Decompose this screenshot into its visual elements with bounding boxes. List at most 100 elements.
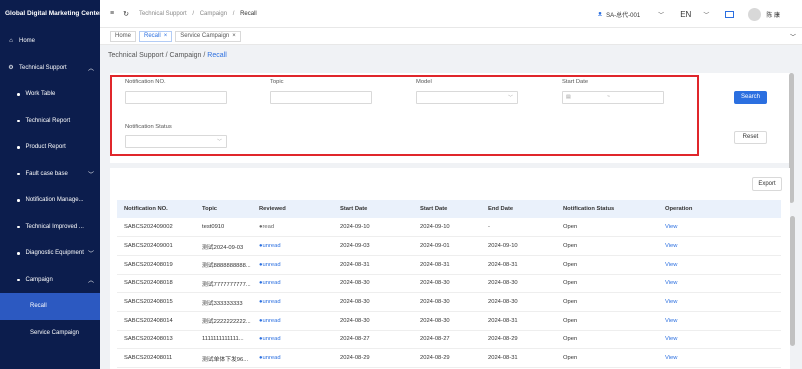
reviewed-cell: ●unread (252, 236, 333, 256)
chevron-down-icon: ﹀ (87, 172, 94, 179)
table-row[interactable]: SABCS202408011 测试单体下发96... ●unread 2024-08-… (117, 348, 781, 368)
sidebar-item-recall[interactable]: Recall (0, 293, 100, 320)
chevron-down-icon[interactable]: ﹀ (790, 32, 796, 41)
reviewed-cell: ●unread (252, 292, 333, 312)
username[interactable]: 陈 康 (766, 10, 780, 19)
gear-icon: ⚙ (8, 65, 14, 72)
sidebar-item-label: Notification Manage... (25, 197, 84, 204)
view-link[interactable]: View (658, 311, 781, 331)
sidebar-item-service-campaign[interactable]: Service Campaign (0, 320, 100, 347)
start-date-cell: 2024-09-03 (333, 236, 413, 256)
start-date-range-picker[interactable]: ▤ ~ (562, 91, 664, 104)
tab-home[interactable]: Home (110, 30, 137, 42)
sidebar-item-work-table[interactable]: Work Table (0, 81, 100, 108)
tab-label: Home (115, 32, 132, 39)
page-breadcrumb-separator: / (203, 52, 206, 59)
sidebar-item-notification-manage[interactable]: Notification Manage... (0, 187, 100, 214)
notification-status-label: Notification Status (125, 124, 172, 130)
page-breadcrumb-item[interactable]: Campaign (170, 52, 202, 59)
chevron-down-icon[interactable]: ﹀ (658, 10, 664, 19)
view-link[interactable]: View (658, 255, 781, 275)
start-date-cell: 2024-08-31 (333, 255, 413, 275)
table-row[interactable]: SABCS202408015 测试333333333 ●unread 2024-08-… (117, 292, 781, 312)
table-row[interactable]: SABCS202409001 测试2024-09-03 ●unread 2024-09… (117, 236, 781, 256)
table-row[interactable]: SABCS202408013 1111111111111... ●unread 202… (117, 330, 781, 350)
status-cell: Open (556, 348, 658, 368)
topic-input[interactable] (270, 91, 372, 104)
table-row[interactable]: SABCS202408019 测试8888888888... ●unread 2024… (117, 255, 781, 275)
topic-cell: 测试333333333 (195, 292, 252, 312)
view-link[interactable]: View (658, 330, 781, 350)
view-link[interactable]: View (658, 348, 781, 368)
chevron-down-icon: ﹀ (507, 95, 513, 101)
breadcrumb-separator: / (192, 10, 195, 17)
tab-service-campaign[interactable]: Service Campaign × (175, 30, 241, 42)
topbar-right: ᴥ SA-总代-001 ﹀ EN ﹀ 陈 康 (598, 0, 780, 28)
model-select[interactable]: ﹀ (416, 91, 518, 104)
sidebar-item-label: Service Campaign (30, 329, 80, 336)
page-breadcrumb-item[interactable]: Technical Support (108, 52, 164, 59)
reviewed-cell: ●unread (252, 311, 333, 331)
close-icon[interactable]: × (232, 33, 236, 39)
home-icon: ⌂ (9, 38, 13, 45)
notification-status-select[interactable]: ﹀ (125, 135, 227, 148)
status-cell: Open (556, 255, 658, 275)
mail-icon[interactable] (725, 10, 735, 18)
start-date-cell: 2024-08-27 (333, 330, 413, 350)
avatar[interactable] (748, 7, 762, 21)
status-cell: Open (556, 330, 658, 350)
start-date-cell: 2024-09-01 (413, 236, 481, 256)
bullet-icon (17, 93, 20, 96)
sidebar-item-label: Campaign (25, 276, 53, 283)
column-header: Operation (658, 200, 781, 218)
sidebar-item-campaign[interactable]: Campaign ︿ (0, 267, 100, 294)
end-date-cell: 2024-08-30 (481, 292, 556, 312)
table-scrollbar[interactable] (790, 216, 796, 369)
language-select[interactable]: EN (680, 10, 691, 19)
page-breadcrumb-current: Recall (207, 52, 227, 59)
breadcrumb-item[interactable]: Campaign (200, 11, 227, 17)
table-row[interactable]: SABCS202408014 测试2222222222... ●unread 2024… (117, 311, 781, 331)
column-header: Notification NO. (117, 200, 195, 218)
chevron-down-icon: ﹀ (216, 139, 222, 145)
table-row[interactable]: SABCS202409002 test0910 ●read 2024-09-10 202… (117, 218, 781, 238)
start-date-cell: 2024-09-10 (413, 218, 481, 238)
sidebar-item-diagnostic-equipment[interactable]: Diagnostic Equipment ﹀ (0, 240, 100, 267)
breadcrumb-item[interactable]: Technical Support (139, 11, 187, 17)
start-date-cell: 2024-08-30 (333, 274, 413, 294)
tab-recall[interactable]: Recall × (139, 30, 173, 42)
menu-icon[interactable]: ≡ (110, 10, 114, 17)
topic-cell: 测试2024-09-03 (195, 236, 252, 256)
export-button[interactable]: Export (752, 177, 782, 191)
sidebar-item-product-report[interactable]: Product Report (0, 134, 100, 161)
start-date-cell: 2024-08-29 (413, 348, 481, 368)
notification-no-input[interactable] (125, 91, 227, 104)
model-label: Model (416, 79, 432, 85)
notification-no-cell: SABCS202408015 (117, 292, 195, 312)
sidebar-item-technical-support[interactable]: ⚙ Technical Support ︿ (0, 55, 100, 82)
reset-button[interactable]: Reset (734, 131, 767, 144)
close-icon[interactable]: × (164, 33, 168, 39)
sidebar-item-fault-case-base[interactable]: Fault case base ﹀ (0, 161, 100, 188)
reviewed-cell: ●unread (252, 348, 333, 368)
column-header: Topic (195, 200, 252, 218)
sidebar-item-home[interactable]: ⌂ Home (0, 28, 100, 55)
bullet-icon (17, 172, 20, 175)
status-cell: Open (556, 274, 658, 294)
search-button[interactable]: Search (734, 91, 767, 104)
sidebar-item-technical-report[interactable]: Technical Report (0, 108, 100, 135)
view-link[interactable]: View (658, 236, 781, 256)
sidebar: Global Digital Marketing Center ⌂ Home ⚙… (0, 0, 102, 369)
sidebar-item-technical-improved[interactable]: Technical Improved ... (0, 214, 100, 241)
dealer-select[interactable]: SA-总代-001 (606, 10, 640, 19)
view-link[interactable]: View (658, 218, 781, 238)
date-range-separator: ~ (607, 94, 610, 100)
table-row[interactable]: SABCS202408018 测试7777777777... ●unread 2024… (117, 274, 781, 294)
scrollbar-thumb[interactable] (790, 216, 795, 346)
refresh-icon[interactable]: ↻ (123, 10, 129, 18)
view-link[interactable]: View (658, 292, 781, 312)
view-link[interactable]: View (658, 274, 781, 294)
chevron-down-icon[interactable]: ﹀ (703, 10, 709, 19)
start-date-label: Start Date (562, 79, 589, 85)
status-cell: Open (556, 292, 658, 312)
